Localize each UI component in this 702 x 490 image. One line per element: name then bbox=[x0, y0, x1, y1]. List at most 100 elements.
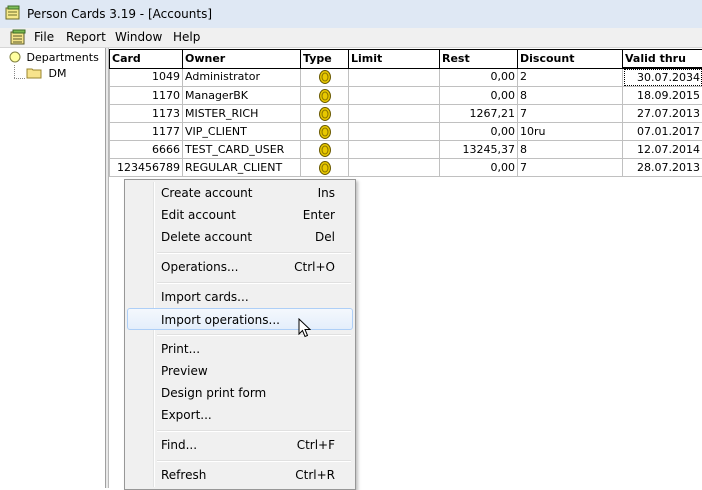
table-row[interactable]: 1170ManagerBK 0,00818.09.2015 bbox=[110, 87, 702, 105]
menu-item-import-cards[interactable]: Import cards... bbox=[127, 286, 353, 308]
cell-discount[interactable]: 8 bbox=[518, 87, 623, 105]
menu-item-refresh[interactable]: Refresh Ctrl+R bbox=[127, 464, 353, 486]
tree-item-departments[interactable]: Departments bbox=[9, 50, 99, 66]
cell-owner[interactable]: REGULAR_CLIENT bbox=[183, 159, 301, 177]
cell-valid-thru[interactable]: 27.07.2013 bbox=[623, 105, 702, 123]
menu-item-print[interactable]: Print... bbox=[127, 338, 353, 360]
menu-file[interactable]: File bbox=[31, 30, 57, 44]
cell-valid-thru[interactable]: 18.09.2015 bbox=[623, 87, 702, 105]
column-header-owner[interactable]: Owner bbox=[183, 50, 301, 69]
column-header-discount[interactable]: Discount bbox=[518, 50, 623, 69]
cell-type[interactable] bbox=[301, 105, 349, 123]
menu-item-preview[interactable]: Preview bbox=[127, 360, 353, 382]
cell-limit[interactable] bbox=[349, 68, 440, 87]
menu-item-shortcut: Ctrl+O bbox=[294, 256, 335, 278]
cell-discount[interactable]: 7 bbox=[518, 105, 623, 123]
cell-card[interactable]: 1170 bbox=[110, 87, 183, 105]
cell-rest[interactable]: 1267,21 bbox=[440, 105, 518, 123]
cell-rest[interactable]: 13245,37 bbox=[440, 141, 518, 159]
cell-limit[interactable] bbox=[349, 105, 440, 123]
menu-item-delete-account[interactable]: Delete account Del bbox=[127, 226, 353, 248]
cell-card[interactable]: 123456789 bbox=[110, 159, 183, 177]
cell-limit[interactable] bbox=[349, 123, 440, 141]
table-row[interactable]: 1177VIP_CLIENT 0,0010ru07.01.2017 bbox=[110, 123, 702, 141]
menu-item-label: Preview bbox=[161, 360, 208, 382]
tree-connector bbox=[14, 65, 15, 78]
column-header-rest[interactable]: Rest bbox=[440, 50, 518, 69]
folder-icon bbox=[26, 67, 42, 79]
menu-window[interactable]: Window bbox=[112, 30, 165, 44]
departments-tree: Departments DM bbox=[0, 48, 106, 488]
cell-rest[interactable]: 0,00 bbox=[440, 87, 518, 105]
cell-limit[interactable] bbox=[349, 159, 440, 177]
cell-valid-thru[interactable]: 07.01.2017 bbox=[623, 123, 702, 141]
cell-rest[interactable]: 0,00 bbox=[440, 123, 518, 141]
menu-report[interactable]: Report bbox=[63, 30, 109, 44]
column-header-type[interactable]: Type bbox=[301, 50, 349, 69]
menu-help[interactable]: Help bbox=[170, 30, 203, 44]
cell-discount[interactable]: 10ru bbox=[518, 123, 623, 141]
cell-rest[interactable]: 0,00 bbox=[440, 68, 518, 87]
cell-type[interactable] bbox=[301, 159, 349, 177]
menu-item-label: Create account bbox=[161, 182, 253, 204]
cell-card[interactable]: 1177 bbox=[110, 123, 183, 141]
cell-type[interactable] bbox=[301, 141, 349, 159]
cell-owner[interactable]: Administrator bbox=[183, 68, 301, 87]
cell-discount[interactable]: 7 bbox=[518, 159, 623, 177]
tree-item-label: Departments bbox=[27, 51, 99, 64]
cell-discount[interactable]: 8 bbox=[518, 141, 623, 159]
menu-item-label: Operations... bbox=[161, 256, 238, 278]
menu-bar: File Report Window Help bbox=[0, 28, 702, 48]
menu-item-label: Print... bbox=[161, 338, 200, 360]
menu-item-label: Import cards... bbox=[161, 286, 249, 308]
cell-owner[interactable]: MISTER_RICH bbox=[183, 105, 301, 123]
menu-separator bbox=[157, 282, 351, 284]
tree-item-dm[interactable]: DM bbox=[26, 66, 66, 82]
cell-owner[interactable]: TEST_CARD_USER bbox=[183, 141, 301, 159]
window-title: Person Cards 3.19 - [Accounts] bbox=[27, 7, 212, 21]
cell-valid-thru[interactable]: 28.07.2013 bbox=[623, 159, 702, 177]
menu-item-label: Import operations... bbox=[161, 309, 280, 331]
table-row[interactable]: 1049Administrator 0,00230.07.2034 bbox=[110, 68, 702, 87]
cell-type[interactable] bbox=[301, 87, 349, 105]
table-row[interactable]: 1173MISTER_RICH 1267,21727.07.2013 bbox=[110, 105, 702, 123]
menu-item-label: Export... bbox=[161, 404, 212, 426]
cell-type[interactable] bbox=[301, 68, 349, 87]
tree-connector bbox=[14, 78, 25, 79]
cell-owner[interactable]: ManagerBK bbox=[183, 87, 301, 105]
cell-limit[interactable] bbox=[349, 141, 440, 159]
menu-item-create-account[interactable]: Create account Ins bbox=[127, 182, 353, 204]
cell-type[interactable] bbox=[301, 123, 349, 141]
column-header-card[interactable]: Card bbox=[110, 50, 183, 69]
menu-item-edit-account[interactable]: Edit account Enter bbox=[127, 204, 353, 226]
cell-card[interactable]: 1049 bbox=[110, 68, 183, 87]
cell-card[interactable]: 1173 bbox=[110, 105, 183, 123]
cell-valid-thru[interactable]: 30.07.2034 bbox=[623, 68, 702, 87]
menu-item-shortcut: Enter bbox=[303, 204, 335, 226]
menu-item-operations[interactable]: Operations... Ctrl+O bbox=[127, 256, 353, 278]
menu-item-label: Refresh bbox=[161, 464, 206, 486]
cell-rest[interactable]: 0,00 bbox=[440, 159, 518, 177]
table-row[interactable]: 123456789REGULAR_CLIENT 0,00728.07.2013 bbox=[110, 159, 702, 177]
menu-item-find[interactable]: Find... Ctrl+F bbox=[127, 434, 353, 456]
context-menu: Create account Ins Edit account Enter De… bbox=[124, 179, 356, 490]
column-header-limit[interactable]: Limit bbox=[349, 50, 440, 69]
cell-owner[interactable]: VIP_CLIENT bbox=[183, 123, 301, 141]
menu-separator bbox=[157, 460, 351, 462]
menu-item-design-print-form[interactable]: Design print form bbox=[127, 382, 353, 404]
cell-card[interactable]: 6666 bbox=[110, 141, 183, 159]
cell-valid-thru[interactable]: 12.07.2014 bbox=[623, 141, 702, 159]
document-cards-icon[interactable] bbox=[10, 29, 27, 46]
grid-header-row: Card Owner Type Limit Rest Discount Vali… bbox=[110, 50, 702, 69]
column-header-valid-thru[interactable]: Valid thru bbox=[623, 50, 702, 69]
menu-item-label: Design print form bbox=[161, 382, 266, 404]
menu-item-import-operations[interactable]: Import operations... bbox=[127, 308, 353, 330]
coin-icon bbox=[319, 161, 331, 175]
menu-separator bbox=[157, 252, 351, 254]
cell-limit[interactable] bbox=[349, 87, 440, 105]
accounts-grid: Card Owner Type Limit Rest Discount Vali… bbox=[109, 49, 702, 177]
table-row[interactable]: 6666TEST_CARD_USER 13245,37812.07.2014 bbox=[110, 141, 702, 159]
menu-item-export[interactable]: Export... bbox=[127, 404, 353, 426]
cell-discount[interactable]: 2 bbox=[518, 68, 623, 87]
cards-app-icon[interactable] bbox=[5, 5, 21, 21]
